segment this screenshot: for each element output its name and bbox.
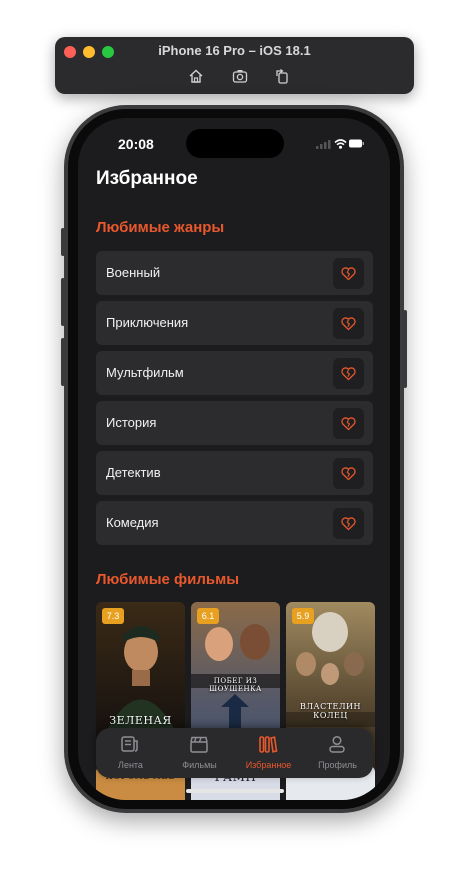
simulator-title: iPhone 16 Pro – iOS 18.1 <box>158 43 311 58</box>
favorite-genres-title: Любимые жанры <box>96 219 225 236</box>
tab-label: Избранное <box>245 760 292 770</box>
rating-badge: 7.3 <box>102 608 124 624</box>
tab-label: Профиль <box>318 760 357 770</box>
rotate-icon[interactable] <box>274 68 292 86</box>
status-icons <box>316 137 364 149</box>
genre-row[interactable]: Военный <box>96 251 373 295</box>
screenshot-icon[interactable] <box>232 68 250 86</box>
wifi-icon <box>334 139 347 149</box>
clapper-icon <box>190 736 208 753</box>
genre-label: История <box>106 415 157 430</box>
volume-down-button <box>61 338 65 386</box>
power-button <box>403 310 407 388</box>
genre-label: Детектив <box>106 465 161 480</box>
signal-icon <box>316 140 331 149</box>
genre-row[interactable]: Приключения <box>96 301 373 345</box>
genre-label: Военный <box>106 265 161 280</box>
poster-title: ВЛАСТЕЛИН КОЛЕЦ <box>299 702 362 720</box>
tab-films[interactable]: Фильмы <box>165 728 234 778</box>
remove-favorite-genre-button[interactable] <box>333 458 364 489</box>
tab-feed[interactable]: Лента <box>96 728 165 778</box>
page-title: Избранное <box>96 168 198 189</box>
app-screen: 20:08 Избранное Любимые жанры Военный При… <box>78 118 390 800</box>
simulator-toolbar: iPhone 16 Pro – iOS 18.1 <box>55 37 414 94</box>
genre-row[interactable]: История <box>96 401 373 445</box>
action-button <box>61 228 65 256</box>
remove-favorite-genre-button[interactable] <box>333 258 364 289</box>
tab-label: Фильмы <box>182 760 217 770</box>
rating-badge: 5.9 <box>292 608 314 624</box>
remove-favorite-genre-button[interactable] <box>333 308 364 339</box>
genre-row[interactable]: Детектив <box>96 451 373 495</box>
genre-label: Мультфильм <box>106 365 184 380</box>
remove-favorite-genre-button[interactable] <box>333 408 364 439</box>
tab-favorites[interactable]: Избранное <box>234 728 303 778</box>
dynamic-island <box>186 129 284 158</box>
poster-title: ПОБЕГ ИЗ ШОУШЕНКА <box>209 677 262 693</box>
home-indicator <box>186 789 284 793</box>
favorites-icon <box>259 736 278 753</box>
volume-up-button <box>61 278 65 326</box>
feed-icon <box>121 736 138 752</box>
genre-label: Приключения <box>106 315 189 330</box>
genre-row[interactable]: Комедия <box>96 501 373 545</box>
battery-icon <box>349 139 364 148</box>
profile-icon <box>329 735 345 753</box>
favorite-films-title: Любимые фильмы <box>96 571 240 588</box>
status-time: 20:08 <box>118 136 154 152</box>
tab-profile[interactable]: Профиль <box>303 728 372 778</box>
genre-row[interactable]: Мультфильм <box>96 351 373 395</box>
remove-favorite-genre-button[interactable] <box>333 508 364 539</box>
tab-label: Лента <box>118 760 143 770</box>
genre-label: Комедия <box>106 515 159 530</box>
home-icon[interactable] <box>188 68 206 86</box>
remove-favorite-genre-button[interactable] <box>333 358 364 389</box>
rating-badge: 6.1 <box>197 608 219 624</box>
tab-bar: Лента Фильмы Избранное Профиль <box>96 728 373 778</box>
